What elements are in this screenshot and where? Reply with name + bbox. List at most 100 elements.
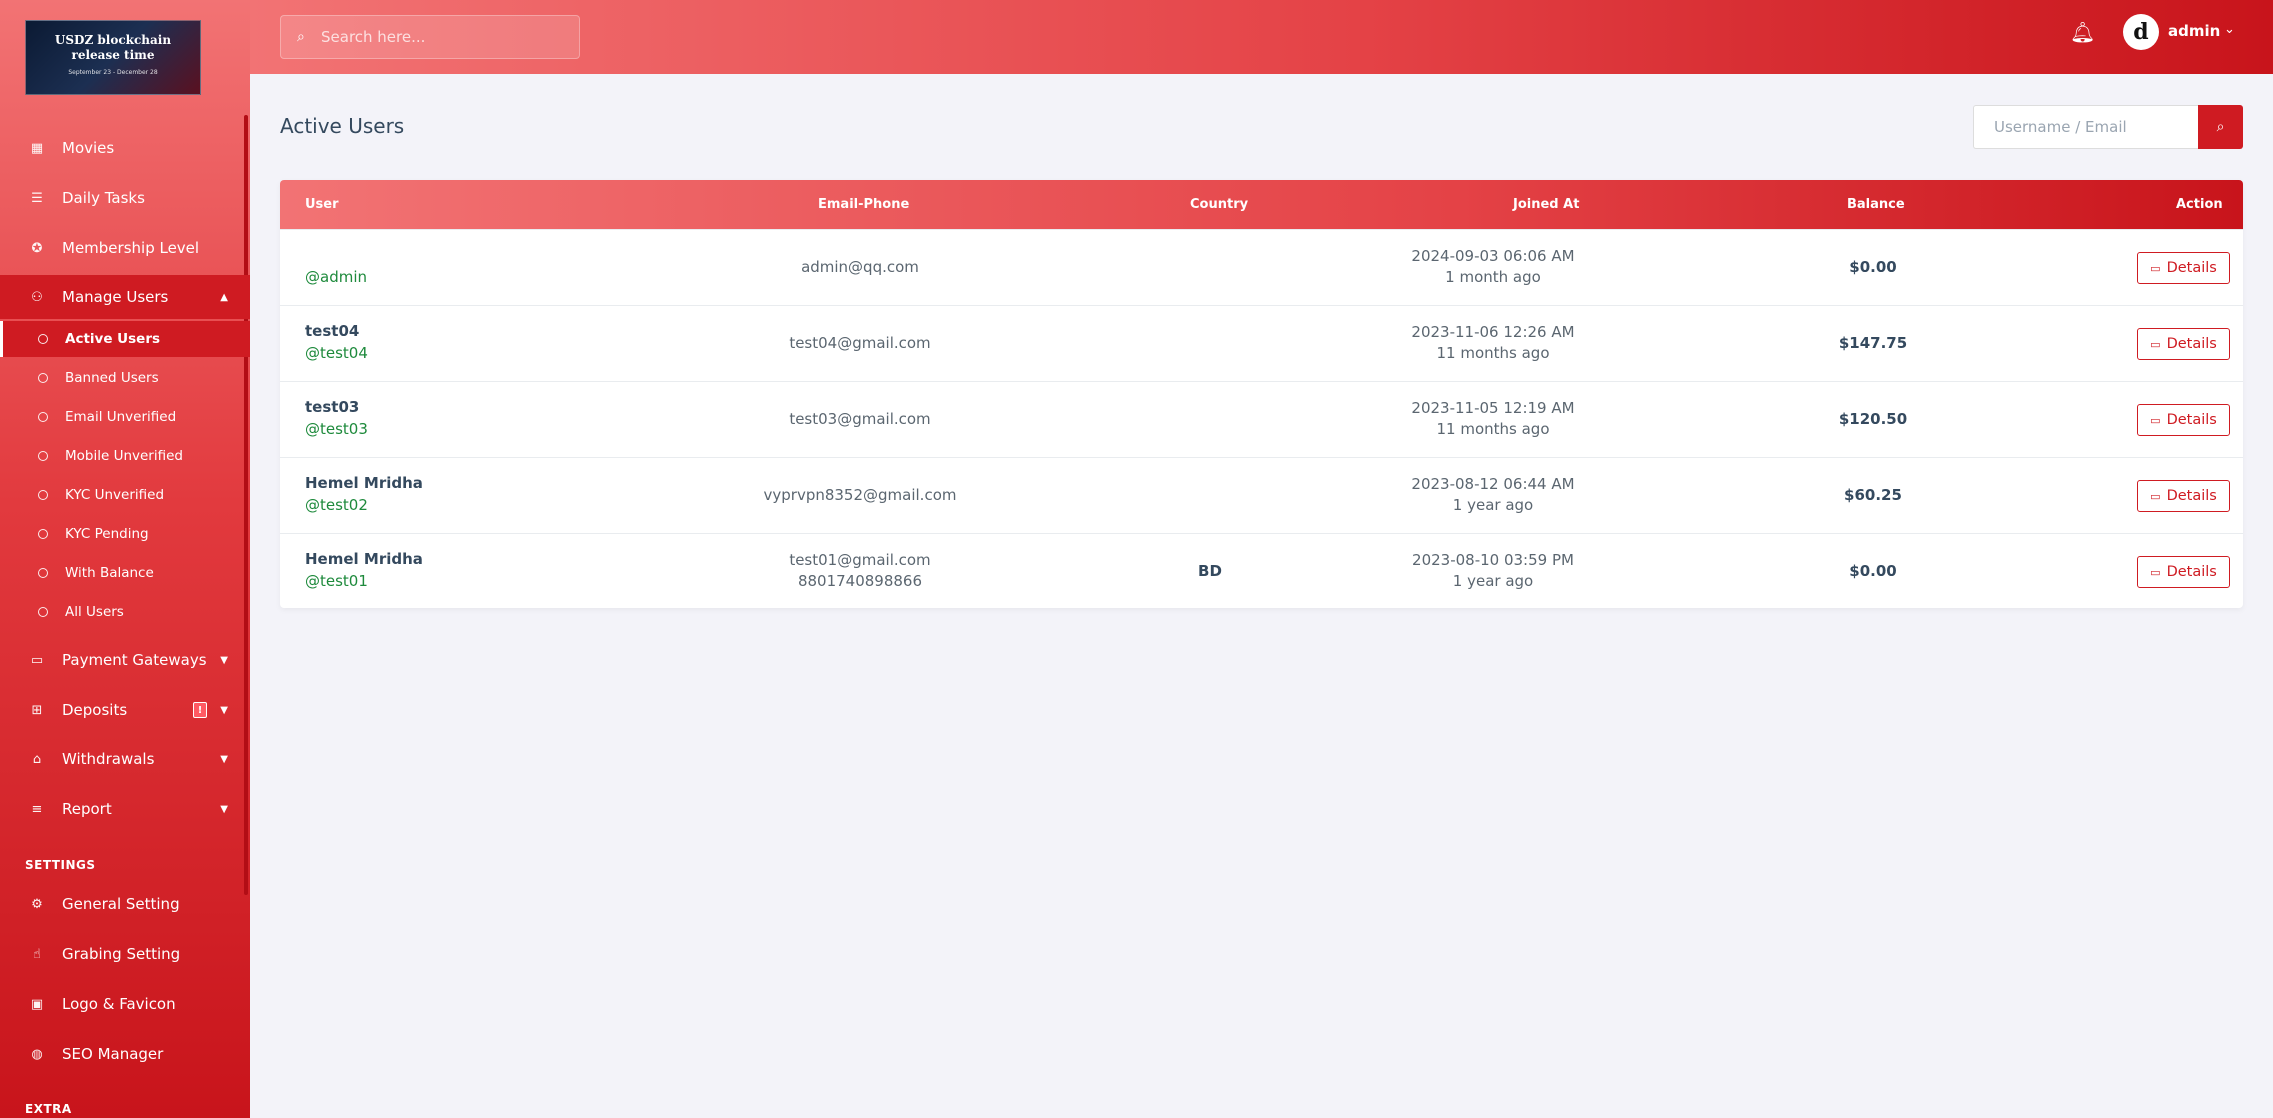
table-row: Hemel Mridha @test02 vyprvpn8352@gmail.c… [280,457,2243,533]
details-label: Details [2166,412,2217,428]
sidebar-item-seo-manager[interactable]: ◍ SEO Manager [0,1032,250,1076]
sidebar-item-manage-users[interactable]: ⚇ Manage Users ▲ [0,275,250,319]
details-button[interactable]: ▭ Details [2137,404,2230,436]
bell-icon[interactable]: 🔔︎ [2070,20,2095,46]
user-handle[interactable]: @test02 [305,494,423,516]
sidebar-item-daily-tasks[interactable]: ☰ Daily Tasks [0,176,250,220]
sidebar-item-label: Deposits [62,701,128,719]
sidebar-sub-banned-users[interactable]: Banned Users [0,360,250,396]
user-handle[interactable]: @test04 [305,342,368,364]
sidebar-item-label: Daily Tasks [62,189,145,207]
user-email: test04@gmail.com [789,334,931,352]
desktop-icon: ▭ [2150,565,2161,579]
joined-date: 2023-08-12 06:44 AM [1411,475,1575,493]
details-label: Details [2166,488,2217,504]
sidebar-item-general-setting[interactable]: ⚙ General Setting [0,882,250,926]
user-balance: $147.75 [1838,334,1908,352]
details-button[interactable]: ▭ Details [2137,328,2230,360]
sidebar-item-label: Report [62,800,112,818]
details-label: Details [2166,260,2217,276]
sidebar: USDZ blockchain release time September 2… [0,0,250,1118]
sidebar-sub-all-users[interactable]: All Users [0,594,250,630]
joined-ago: 11 months ago [1436,420,1550,438]
th-user: User [305,197,339,212]
user-name [305,244,367,266]
joined-date: 2023-11-06 12:26 AM [1411,323,1575,341]
user-balance: $0.00 [1849,258,1897,276]
joined-ago: 11 months ago [1436,344,1550,362]
th-email-phone: Email-Phone [818,197,910,212]
chevron-down-icon[interactable]: ⌄ [2224,22,2235,37]
logo-subtitle: September 23 - December 28 [68,69,158,76]
user-filter-search-button[interactable]: ⌕ [2198,105,2243,149]
table-row: Hemel Mridha @test01 test01@gmail.com 88… [280,533,2243,608]
sidebar-sub-with-balance[interactable]: With Balance [0,555,250,591]
sidebar-sub-email-unverified[interactable]: Email Unverified [0,399,250,435]
avatar[interactable]: d [2123,14,2159,50]
circle-icon [38,334,48,344]
table-row: test03 @test03 test03@gmail.com 2023-11-… [280,381,2243,457]
sidebar-item-label: Movies [62,139,115,157]
user-handle[interactable]: @test03 [305,418,368,440]
joined-date: 2023-11-05 12:19 AM [1411,399,1575,417]
user-filter: ⌕ [1973,105,2243,149]
search-icon: ⌕ [2216,119,2225,135]
sidebar-item-label: Manage Users [62,288,169,306]
gear-icon: ⚙ [31,896,43,912]
user-email: test01@gmail.com [789,551,931,569]
sidebar-item-membership-level[interactable]: ✪ Membership Level [0,226,250,270]
circle-icon [38,412,48,422]
sidebar-item-movies[interactable]: ▦ Movies [0,126,250,170]
chevron-up-icon: ▲ [220,291,228,303]
user-email: admin@qq.com [801,258,919,276]
sidebar-item-logo-favicon[interactable]: ▣ Logo & Favicon [0,982,250,1026]
joined-ago: 1 month ago [1445,268,1541,286]
user-handle[interactable]: @admin [305,266,367,288]
details-button[interactable]: ▭ Details [2137,556,2230,588]
sidebar-item-withdrawals[interactable]: ⌂ Withdrawals ▼ [0,737,250,781]
circle-icon [38,451,48,461]
details-button[interactable]: ▭ Details [2137,480,2230,512]
sidebar-item-report[interactable]: ≡ Report ▼ [0,787,250,831]
circle-icon [38,529,48,539]
desktop-icon: ▭ [2150,489,2161,503]
joined-ago: 1 year ago [1452,496,1534,514]
circle-icon [38,568,48,578]
credit-card-icon: ▭ [30,652,44,668]
details-label: Details [2166,336,2217,352]
sidebar-sub-kyc-unverified[interactable]: KYC Unverified [0,477,250,513]
report-icon: ≡ [31,801,43,817]
user-handle[interactable]: @test01 [305,570,423,592]
sidebar-item-label: Membership Level [62,239,200,257]
sidebar-item-payment-gateways[interactable]: ▭ Payment Gateways ▼ [0,638,250,682]
user-menu-name[interactable]: admin [2168,22,2220,40]
sidebar-item-label: Grabing Setting [62,945,181,963]
chevron-down-icon: ▼ [220,803,228,815]
global-search-input[interactable] [321,16,571,58]
user-country: BD [1198,562,1222,580]
sidebar-item-label: Withdrawals [62,750,155,768]
deposits-badge: ! [193,702,207,718]
sidebar-item-deposits[interactable]: ⊞ Deposits ! ▼ [0,688,250,732]
user-name: Hemel Mridha [305,474,423,492]
sidebar-sub-active-users[interactable]: Active Users [0,321,250,357]
deposit-icon: ⊞ [31,702,43,718]
bank-icon: ⌂ [32,751,42,767]
chevron-down-icon: ▼ [220,704,228,716]
search-icon: ⌕ [297,29,305,45]
th-joined-at: Joined At [1513,197,1580,212]
sidebar-sub-mobile-unverified[interactable]: Mobile Unverified [0,438,250,474]
section-title-extra: EXTRA [25,1102,72,1116]
desktop-icon: ▭ [2150,413,2161,427]
user-balance: $120.50 [1838,410,1908,428]
sidebar-item-label: Payment Gateways [62,651,207,669]
sidebar-sub-label: All Users [65,604,124,620]
sidebar-sub-label: KYC Unverified [65,487,165,503]
sidebar-sub-kyc-pending[interactable]: KYC Pending [0,516,250,552]
details-button[interactable]: ▭ Details [2137,252,2230,284]
circle-icon [38,373,48,383]
list-icon: ☰ [31,190,43,206]
logo[interactable]: USDZ blockchain release time September 2… [25,20,201,95]
sidebar-item-grabing-setting[interactable]: ☝ Grabing Setting [0,932,250,976]
user-filter-input[interactable] [1973,105,2198,149]
